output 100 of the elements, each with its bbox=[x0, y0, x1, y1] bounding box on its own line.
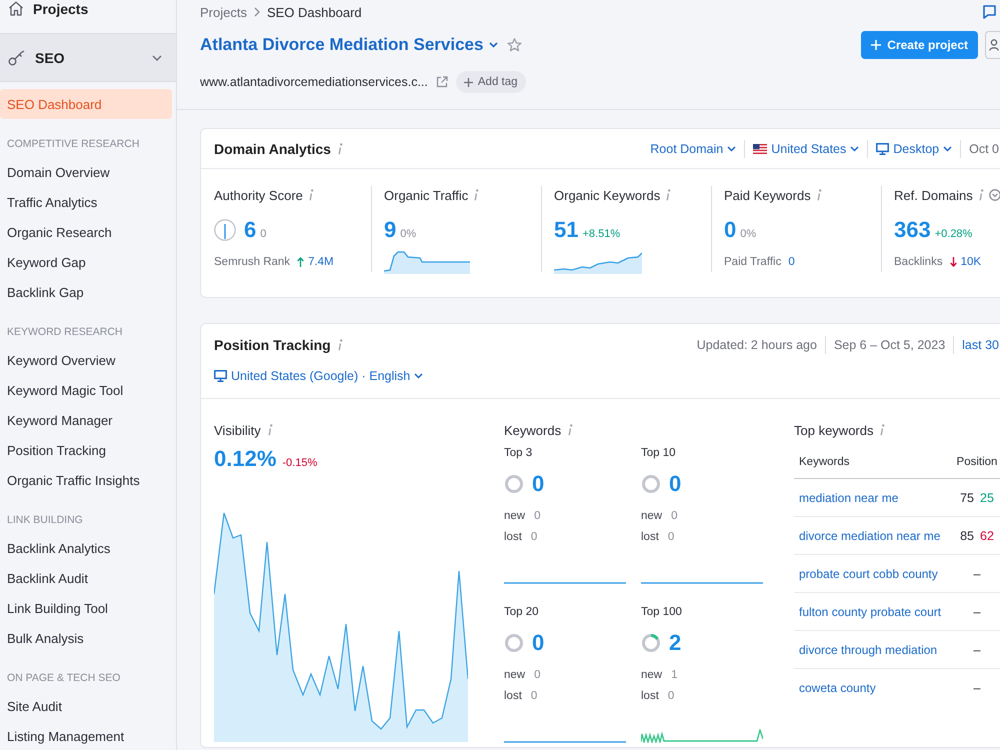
metric-label: Organic Traffic bbox=[384, 188, 468, 202]
device-dropdown[interactable]: Desktop bbox=[876, 142, 952, 156]
keyword-count: 0 bbox=[532, 631, 544, 655]
scope-dropdown[interactable]: Root Domain bbox=[650, 142, 736, 156]
info-icon[interactable] bbox=[336, 142, 343, 154]
metric-label: Organic Keywords bbox=[554, 188, 660, 202]
chevron-icon bbox=[727, 146, 736, 152]
metric-label: Authority Score bbox=[214, 188, 303, 202]
keyword-count: 0 bbox=[669, 472, 682, 496]
stat-label: new bbox=[504, 510, 526, 522]
nav-item[interactable]: Backlink Analytics bbox=[0, 533, 172, 563]
period-link[interactable]: last 30 bbox=[962, 338, 1000, 352]
info-icon[interactable] bbox=[473, 189, 480, 201]
projects-link[interactable]: Projects bbox=[0, 0, 176, 17]
metric-sub-label: Semrush Rank bbox=[214, 256, 290, 268]
star-icon[interactable] bbox=[507, 38, 522, 52]
column-header: Keywords bbox=[798, 456, 850, 468]
metric-change: +8.51% bbox=[582, 228, 620, 240]
chevron-right-icon bbox=[254, 7, 260, 17]
stat-value: 0 bbox=[671, 510, 678, 522]
metric-change: 0% bbox=[740, 228, 756, 240]
metric-value: 363 bbox=[894, 218, 931, 242]
nav-item[interactable]: Organic Traffic Insights bbox=[0, 465, 172, 495]
nav-item[interactable]: Keyword Magic Tool bbox=[0, 375, 172, 405]
updated-text: Updated: 2 hours ago bbox=[696, 338, 817, 352]
keyword-link[interactable]: coweta county bbox=[799, 680, 876, 694]
info-icon[interactable] bbox=[567, 424, 574, 436]
card-title: Position Tracking bbox=[214, 337, 331, 353]
nav-item[interactable]: Site Audit bbox=[0, 691, 172, 721]
chat-icon[interactable] bbox=[983, 5, 996, 19]
flag-icon bbox=[753, 144, 768, 154]
info-icon[interactable] bbox=[978, 189, 984, 201]
metric-value: 9 bbox=[384, 218, 396, 242]
info-icon[interactable] bbox=[879, 424, 886, 436]
create-project-button[interactable]: Create project bbox=[861, 31, 978, 59]
add-tag-button[interactable]: Add tag bbox=[456, 71, 526, 93]
circle-chevron-icon[interactable] bbox=[988, 189, 1000, 201]
stat-label: new bbox=[504, 669, 526, 681]
metric-label: Paid Keywords bbox=[724, 188, 811, 202]
section-heading: LINK BUILDING bbox=[6, 513, 84, 527]
project-title[interactable]: Atlanta Divorce Mediation Services bbox=[200, 35, 484, 55]
stat-label: lost bbox=[504, 531, 522, 543]
seo-menu[interactable]: SEO bbox=[0, 33, 176, 82]
keyword-link[interactable]: fulton county probate court bbox=[799, 604, 942, 618]
metric-sub-label: Paid Traffic bbox=[724, 256, 782, 268]
nav-item[interactable]: Backlink Gap bbox=[0, 277, 172, 307]
tile-label: Top 20 bbox=[504, 605, 539, 619]
info-icon[interactable] bbox=[816, 189, 822, 201]
external-link-icon[interactable] bbox=[436, 76, 448, 88]
user-button[interactable] bbox=[985, 31, 1000, 59]
nav-item[interactable]: Link Building Tool bbox=[0, 593, 172, 623]
keyword-link[interactable]: divorce through mediation bbox=[799, 642, 938, 656]
info-icon[interactable] bbox=[336, 339, 343, 351]
nav-item[interactable]: Organic Research bbox=[0, 217, 172, 247]
nav-item[interactable]: Backlink Audit bbox=[0, 563, 172, 593]
metric-sub-label: Backlinks bbox=[894, 256, 943, 268]
tile-label: Top 10 bbox=[641, 446, 676, 460]
nav-item[interactable]: Listing Management bbox=[0, 721, 172, 750]
country-dropdown[interactable]: United States bbox=[753, 142, 860, 156]
tile-label: Top 3 bbox=[504, 446, 532, 460]
metric-value: 6 bbox=[244, 218, 256, 242]
position-change: 62 bbox=[980, 528, 994, 542]
date-text: Oct 0 bbox=[969, 142, 1000, 156]
arrow-up-icon bbox=[297, 257, 304, 267]
keyword-link[interactable]: probate court cobb county bbox=[799, 566, 938, 580]
stat-label: new bbox=[641, 669, 662, 681]
visibility-value: 0.12% bbox=[214, 447, 276, 471]
info-icon[interactable] bbox=[665, 189, 672, 201]
monitor-icon bbox=[214, 370, 227, 382]
breadcrumb-link[interactable]: Projects bbox=[200, 4, 247, 20]
info-icon[interactable] bbox=[266, 424, 273, 436]
nav-item[interactable]: SEO Dashboard bbox=[0, 89, 172, 119]
stat-value: 0 bbox=[534, 510, 541, 522]
nav-item[interactable]: Keyword Gap bbox=[0, 247, 172, 277]
nav-item[interactable]: Domain Overview bbox=[0, 157, 172, 187]
location-dropdown[interactable]: United States (Google) · English bbox=[214, 369, 424, 383]
keyword-link[interactable]: mediation near me bbox=[799, 490, 898, 504]
metric-sub-value[interactable]: 10K bbox=[960, 256, 982, 268]
section-heading: ON PAGE & TECH SEO bbox=[6, 671, 122, 685]
ring-icon bbox=[641, 633, 661, 653]
ring-icon bbox=[641, 474, 661, 494]
nav-item[interactable]: Keyword Manager bbox=[0, 405, 172, 435]
user-icon bbox=[989, 39, 999, 51]
chevron-icon bbox=[943, 146, 952, 152]
monitor-icon bbox=[876, 142, 890, 154]
caret-icon[interactable] bbox=[489, 42, 498, 48]
info-icon[interactable] bbox=[308, 189, 314, 201]
metric-sub-value[interactable]: 7.4M bbox=[308, 256, 334, 268]
nav-item[interactable]: Position Tracking bbox=[0, 435, 172, 465]
metric-sub-value[interactable]: 0 bbox=[788, 256, 795, 268]
tile-label: Top 100 bbox=[641, 605, 682, 619]
breadcrumb-current: SEO Dashboard bbox=[266, 4, 362, 20]
nav-item[interactable]: Keyword Overview bbox=[0, 345, 172, 375]
keyword-count: 0 bbox=[532, 472, 544, 496]
section-heading: COMPETITIVE RESEARCH bbox=[6, 137, 140, 151]
chevron-icon bbox=[850, 146, 860, 152]
nav-item[interactable]: Traffic Analytics bbox=[0, 187, 172, 217]
chevron-icon[interactable] bbox=[152, 54, 162, 60]
nav-item[interactable]: Bulk Analysis bbox=[0, 623, 172, 653]
keyword-link[interactable]: divorce mediation near me bbox=[799, 528, 940, 542]
